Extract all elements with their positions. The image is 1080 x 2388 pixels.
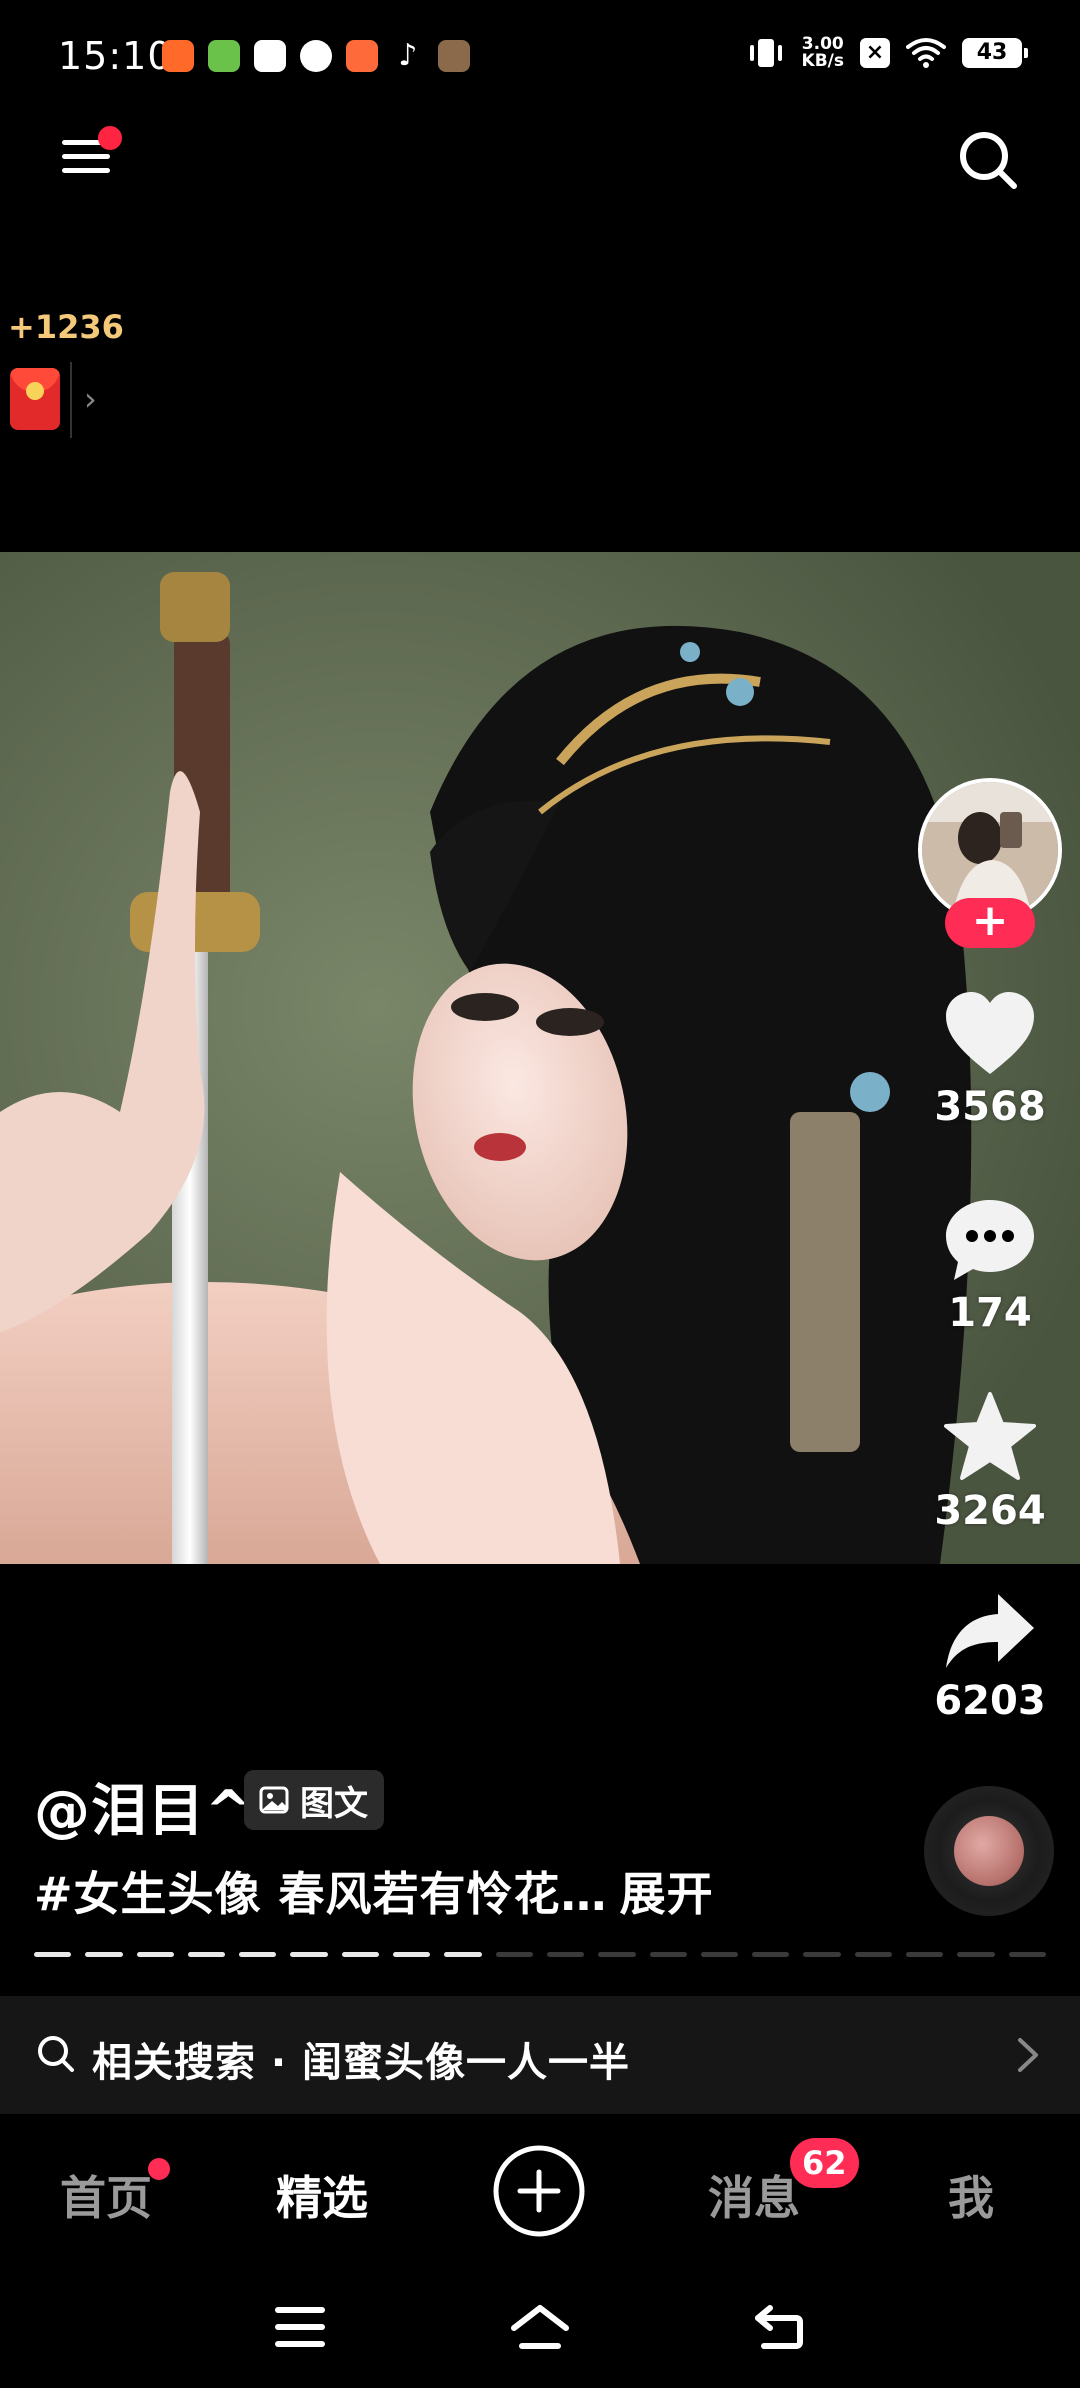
share-action[interactable]: 6203 xyxy=(910,1590,1070,1724)
chevron-right-icon xyxy=(1018,2038,1038,2072)
reward-count[interactable]: +1236 xyxy=(8,308,124,346)
progress-segment xyxy=(957,1952,995,1957)
progress-segment xyxy=(34,1952,72,1957)
comment-count: 174 xyxy=(948,1290,1032,1336)
nav-featured[interactable]: 精选 xyxy=(276,2162,368,2228)
search-icon[interactable] xyxy=(956,128,1020,192)
like-count: 3568 xyxy=(934,1084,1046,1130)
follow-button[interactable]: + xyxy=(945,898,1035,948)
progress-segment xyxy=(444,1952,482,1957)
heart-icon[interactable] xyxy=(942,990,1038,1078)
red-packet-icon[interactable] xyxy=(10,368,60,430)
wifi-icon xyxy=(906,38,946,68)
app-notification-icon xyxy=(300,40,332,72)
caption-text: #女生头像 春风若有怜花… xyxy=(34,1867,608,1921)
app-notification-icon xyxy=(162,40,194,72)
star-icon[interactable] xyxy=(942,1390,1038,1482)
create-post-icon[interactable] xyxy=(492,2144,586,2238)
post-caption[interactable]: #女生头像 春风若有怜花… 展开 xyxy=(34,1858,714,1924)
chevron-right-icon[interactable]: › xyxy=(84,380,97,418)
messages-badge: 62 xyxy=(790,2138,859,2188)
progress-segment xyxy=(649,1952,687,1957)
menu-icon-line xyxy=(62,154,110,159)
progress-segment xyxy=(239,1952,277,1957)
share-icon[interactable] xyxy=(942,1590,1038,1672)
related-search-text: 相关搜索 · 闺蜜头像一人一半 xyxy=(92,2040,631,2086)
nav-messages[interactable]: 消息 xyxy=(708,2162,800,2228)
app-notification-icon xyxy=(208,40,240,72)
vibrate-icon xyxy=(749,39,782,67)
bottom-nav: 首页 精选 消息 62 我 xyxy=(0,2114,1080,2274)
status-time: 15:10 xyxy=(58,34,173,78)
back-icon[interactable] xyxy=(752,2302,806,2352)
status-bar: 15:10 ♪ 3.00 KB/s × 43 xyxy=(0,0,1080,120)
notification-dot xyxy=(98,126,122,150)
progress-segment xyxy=(1008,1952,1046,1957)
home-icon[interactable] xyxy=(510,2302,570,2352)
image-icon xyxy=(259,1786,289,1814)
author-name[interactable]: @泪目^ xyxy=(34,1766,253,1847)
system-nav-bar xyxy=(0,2274,1080,2388)
search-icon xyxy=(38,2036,74,2072)
notification-icons: ♪ xyxy=(162,40,470,72)
progress-segment xyxy=(341,1952,380,1957)
progress-segment xyxy=(187,1952,226,1957)
post-type-label: 图文 xyxy=(300,1783,368,1824)
home-notification-dot xyxy=(148,2158,170,2180)
comment-icon[interactable] xyxy=(942,1196,1038,1284)
menu-icon-line xyxy=(62,168,110,173)
post-type-chip: 图文 xyxy=(244,1770,384,1830)
status-right: 3.00 KB/s × 43 xyxy=(746,36,1028,70)
app-notification-icon xyxy=(438,40,470,72)
progress-segment xyxy=(906,1952,944,1957)
share-count: 6203 xyxy=(934,1678,1046,1724)
no-sim-icon: × xyxy=(860,38,890,68)
expand-link[interactable]: 展开 xyxy=(620,1867,714,1921)
battery-indicator: 43 xyxy=(962,38,1028,68)
progress-segment xyxy=(752,1952,790,1957)
favorite-action[interactable]: 3264 xyxy=(910,1390,1070,1534)
music-cover xyxy=(954,1816,1024,1886)
progress-segment xyxy=(700,1952,739,1957)
favorite-count: 3264 xyxy=(934,1488,1046,1534)
progress-segment xyxy=(136,1952,174,1957)
progress-segment xyxy=(393,1952,431,1957)
progress-segment xyxy=(598,1952,636,1957)
music-disc[interactable] xyxy=(924,1786,1054,1916)
progress-segment xyxy=(85,1952,123,1957)
video-app-icon xyxy=(254,40,286,72)
related-search-bar[interactable]: 相关搜索 · 闺蜜头像一人一半 xyxy=(0,1996,1080,2114)
progress-segment xyxy=(495,1952,533,1957)
progress-segment xyxy=(803,1952,841,1957)
divider xyxy=(70,362,72,438)
net-speed: 3.00 KB/s xyxy=(802,36,844,70)
app-notification-icon xyxy=(346,40,378,72)
net-speed-unit: KB/s xyxy=(801,51,844,71)
like-action[interactable]: 3568 xyxy=(910,990,1070,1130)
progress-segment xyxy=(546,1952,585,1957)
recent-apps-icon[interactable] xyxy=(274,2302,326,2352)
progress-segment xyxy=(854,1952,893,1957)
nav-me[interactable]: 我 xyxy=(948,2162,994,2228)
tiktok-icon: ♪ xyxy=(392,40,424,72)
progress-segment xyxy=(290,1952,328,1957)
comment-action[interactable]: 174 xyxy=(910,1196,1070,1336)
nav-home[interactable]: 首页 xyxy=(60,2162,152,2228)
image-progress xyxy=(34,1952,1046,1958)
